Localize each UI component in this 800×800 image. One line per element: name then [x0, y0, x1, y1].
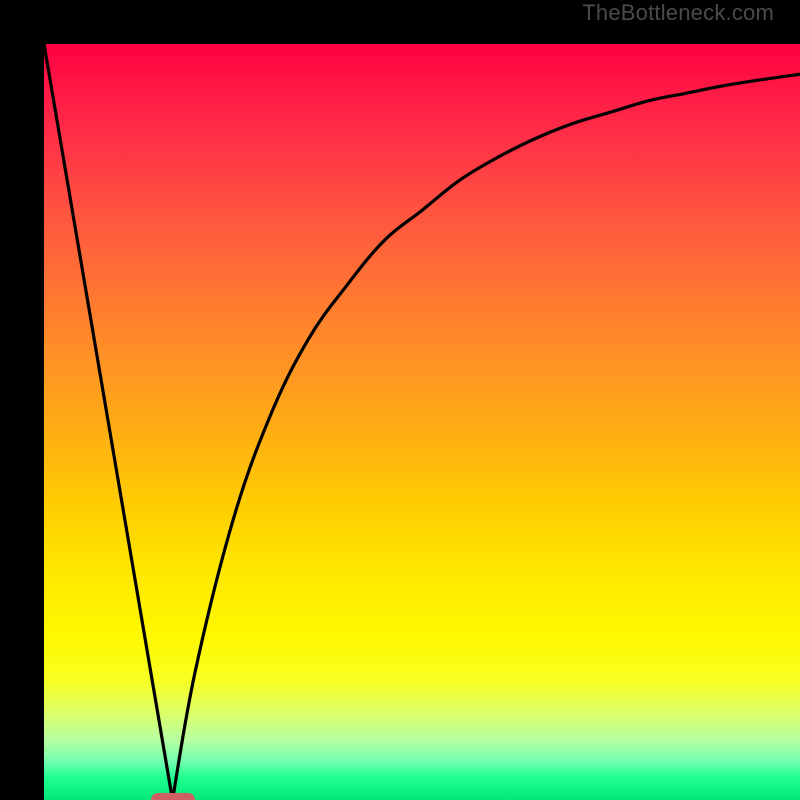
chart-curves-svg	[44, 44, 800, 800]
chart-marker	[151, 793, 195, 800]
chart-plot-area	[44, 44, 800, 800]
chart-series-descending	[44, 44, 173, 800]
chart-series-ascending	[173, 74, 800, 800]
chart-frame	[0, 0, 800, 800]
watermark-text: TheBottleneck.com	[582, 0, 774, 26]
